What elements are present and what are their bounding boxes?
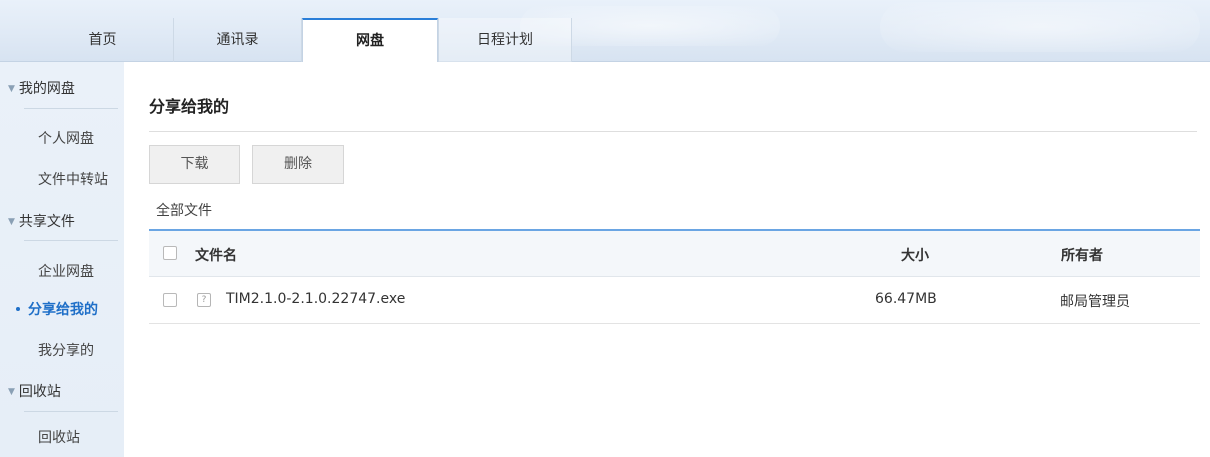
unknown-file-icon: ?: [197, 293, 211, 307]
top-nav-bar: 首页 通讯录 网盘 日程计划: [0, 0, 1210, 63]
sidebar-divider: [24, 108, 118, 109]
collapse-triangle-icon: ▼: [8, 84, 15, 94]
sidebar-group-label: 我的网盘: [18, 81, 75, 97]
sidebar-item-enterprise-disk[interactable]: 企业网盘: [38, 261, 94, 281]
sidebar-item-file-transfer[interactable]: 文件中转站: [38, 169, 108, 189]
table-row[interactable]: ? TIM2.1.0-2.1.0.22747.exe 66.47MB 邮局管理员: [149, 277, 1200, 324]
sidebar-item-my-shares[interactable]: 我分享的: [38, 340, 94, 360]
tab-contacts[interactable]: 通讯录: [174, 18, 302, 62]
sidebar-group-recycle[interactable]: ▼ 回收站: [8, 381, 118, 401]
active-dot-icon: [16, 307, 20, 311]
table-header: 文件名 大小 所有者: [149, 229, 1200, 277]
sidebar-group-label: 共享文件: [18, 214, 75, 230]
file-owner: 邮局管理员: [1060, 294, 1130, 310]
page-title: 分享给我的: [149, 97, 230, 116]
column-header-owner[interactable]: 所有者: [1061, 245, 1103, 265]
tab-home[interactable]: 首页: [32, 18, 174, 62]
sidebar-item-label: 分享给我的: [28, 302, 98, 318]
sidebar-group-label: 回收站: [18, 384, 61, 400]
tab-netdisk[interactable]: 网盘: [302, 18, 438, 63]
column-header-name[interactable]: 文件名: [195, 245, 237, 265]
sidebar-item-personal-disk[interactable]: 个人网盘: [38, 128, 94, 148]
delete-button[interactable]: 删除: [252, 145, 344, 184]
sidebar: ▼ 我的网盘 个人网盘 文件中转站 ▼ 共享文件 企业网盘 分享给我的 我分享的 ▼…: [0, 62, 124, 457]
breadcrumb[interactable]: 全部文件: [156, 200, 212, 220]
title-divider: [149, 131, 1197, 132]
collapse-triangle-icon: ▼: [8, 217, 15, 227]
sidebar-item-shared-with-me[interactable]: 分享给我的: [16, 299, 98, 319]
select-all-checkbox[interactable]: [163, 246, 177, 260]
main-content: 分享给我的 下载 删除 全部文件 文件名 大小 所有者 ? TIM2.1.0-2…: [124, 62, 1210, 457]
file-size: 66.47MB: [875, 291, 937, 307]
sidebar-divider: [24, 240, 118, 241]
row-checkbox[interactable]: [163, 293, 177, 307]
file-name[interactable]: TIM2.1.0-2.1.0.22747.exe: [226, 291, 405, 307]
column-header-size[interactable]: 大小: [901, 245, 929, 265]
sidebar-group-shared-files[interactable]: ▼ 共享文件: [8, 211, 118, 231]
sidebar-group-my-disk[interactable]: ▼ 我的网盘: [8, 78, 118, 98]
sidebar-divider: [24, 411, 118, 412]
collapse-triangle-icon: ▼: [8, 387, 15, 397]
tab-schedule[interactable]: 日程计划: [438, 18, 572, 62]
background-cloud: [880, 2, 1200, 52]
sidebar-item-recycle-bin[interactable]: 回收站: [38, 427, 80, 447]
download-button[interactable]: 下载: [149, 145, 240, 184]
